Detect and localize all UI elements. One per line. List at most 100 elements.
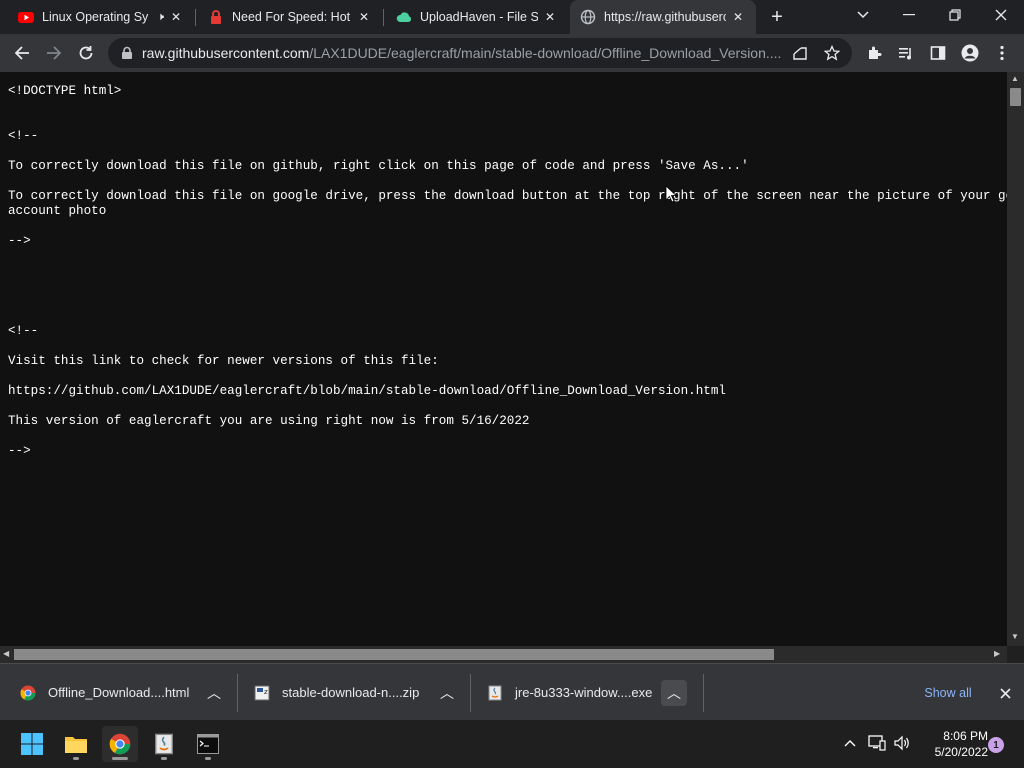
- code-line: Visit this link to check for newer versi…: [8, 354, 439, 368]
- scroll-right-arrow-icon[interactable]: ▶: [994, 649, 1000, 658]
- windows-logo-icon: [21, 733, 43, 755]
- close-window-icon[interactable]: [978, 0, 1024, 30]
- start-button[interactable]: [14, 726, 50, 762]
- taskbar-terminal[interactable]: [190, 726, 226, 762]
- side-panel-icon[interactable]: [924, 39, 952, 67]
- url-path: /LAX1DUDE/eaglercraft/main/stable-downlo…: [309, 45, 782, 61]
- url-host: raw.githubusercontent.com: [142, 45, 310, 61]
- download-filename: Offline_Download....html: [48, 685, 190, 700]
- tab-youtube[interactable]: Linux Operating Sy 🕨 ✕: [8, 0, 194, 34]
- code-line: This version of eaglercraft you are usin…: [8, 414, 530, 428]
- page-content: <!DOCTYPE html> <!-- To correctly downlo…: [0, 72, 1007, 646]
- zip-file-icon: z: [254, 685, 270, 700]
- java-installer-icon: [488, 685, 502, 700]
- media-controls-icon[interactable]: [892, 39, 920, 67]
- scroll-left-arrow-icon[interactable]: ◀: [3, 649, 9, 658]
- browser-toolbar: raw.githubusercontent.com/LAX1DUDE/eagle…: [0, 34, 1024, 72]
- tab-title: Need For Speed: Hot P: [232, 10, 352, 24]
- tab-separator: [383, 9, 384, 26]
- taskbar-file-explorer[interactable]: [58, 726, 94, 762]
- code-line: To correctly download this file on googl…: [8, 189, 1007, 203]
- close-tab-icon[interactable]: ✕: [168, 9, 184, 25]
- system-clock[interactable]: 8:06 PM 5/20/2022: [916, 728, 988, 760]
- terminal-icon: [197, 734, 219, 754]
- tab-title: UploadHaven - File Sha: [420, 10, 538, 24]
- tab-uploadhaven[interactable]: UploadHaven - File Sha ✕: [386, 0, 568, 34]
- network-icon[interactable]: [866, 732, 888, 754]
- vertical-scroll-thumb[interactable]: [1010, 88, 1021, 106]
- download-item-exe[interactable]: jre-8u333-window....exe: [487, 664, 667, 721]
- new-tab-button[interactable]: +: [764, 5, 790, 29]
- back-arrow-icon[interactable]: [8, 39, 36, 67]
- url-text[interactable]: raw.githubusercontent.com/LAX1DUDE/eagle…: [142, 45, 782, 61]
- code-line: To correctly download this file on githu…: [8, 159, 749, 173]
- download-item-html[interactable]: Offline_Download....html: [20, 664, 220, 721]
- code-line: -->: [8, 444, 31, 458]
- clock-date: 5/20/2022: [934, 745, 988, 759]
- scroll-up-arrow-icon[interactable]: ▲: [1011, 74, 1019, 83]
- scroll-corner: [1007, 646, 1024, 663]
- youtube-icon: [18, 12, 34, 23]
- clock-time: 8:06 PM: [943, 729, 988, 743]
- code-line: <!--: [8, 324, 39, 338]
- show-all-downloads-button[interactable]: Show all: [912, 682, 984, 704]
- close-tab-icon[interactable]: ✕: [730, 9, 746, 25]
- chrome-file-icon: [20, 685, 36, 700]
- volume-icon[interactable]: [891, 732, 913, 754]
- forward-arrow-icon[interactable]: [40, 39, 68, 67]
- speaker-icon[interactable]: 🕨: [157, 11, 164, 24]
- reload-icon[interactable]: [72, 39, 100, 67]
- scroll-down-arrow-icon[interactable]: ▼: [1011, 632, 1019, 641]
- code-line: -->: [8, 234, 31, 248]
- tab-search-icon[interactable]: [840, 0, 886, 30]
- share-icon[interactable]: [792, 45, 808, 61]
- taskbar-chrome[interactable]: [102, 726, 138, 762]
- tab-strip: Linux Operating Sy 🕨 ✕ Need For Speed: H…: [0, 0, 1024, 34]
- taskbar-java-installer[interactable]: [146, 726, 182, 762]
- lock-red-icon: [211, 10, 221, 24]
- code-line: <!--: [8, 129, 39, 143]
- lock-icon[interactable]: [120, 46, 134, 60]
- download-separator: [703, 674, 704, 712]
- horizontal-scrollbar[interactable]: ◀ ▶: [0, 646, 1007, 663]
- chevron-up-icon[interactable]: ︿: [434, 680, 460, 706]
- code-line: https://github.com/LAX1DUDE/eaglercraft/…: [8, 384, 726, 398]
- download-filename: jre-8u333-window....exe: [515, 685, 653, 700]
- cloud-icon: [396, 12, 412, 22]
- svg-text:z: z: [264, 688, 268, 696]
- minimize-icon[interactable]: [886, 0, 932, 30]
- mouse-pointer-icon: [665, 185, 677, 203]
- address-bar[interactable]: raw.githubusercontent.com/LAX1DUDE/eagle…: [108, 38, 852, 68]
- chevron-up-icon[interactable]: ︿: [201, 680, 227, 706]
- menu-kebab-icon[interactable]: [988, 39, 1016, 67]
- bookmark-star-icon[interactable]: [824, 45, 840, 61]
- windows-taskbar: 8:06 PM 5/20/2022 1: [0, 720, 1024, 768]
- tab-separator: [195, 9, 196, 26]
- java-icon: [155, 733, 173, 755]
- extensions-icon[interactable]: [860, 39, 888, 67]
- tab-need-for-speed[interactable]: Need For Speed: Hot P ✕: [198, 0, 382, 34]
- download-item-zip[interactable]: z stable-download-n....zip: [254, 664, 434, 721]
- restore-icon[interactable]: [932, 0, 978, 30]
- notification-badge[interactable]: 1: [988, 737, 1004, 753]
- horizontal-scroll-thumb[interactable]: [14, 649, 774, 660]
- globe-icon: [580, 9, 596, 25]
- folder-icon: [65, 737, 87, 753]
- download-separator: [470, 674, 471, 712]
- close-download-bar-icon[interactable]: [994, 682, 1016, 704]
- chrome-icon: [109, 733, 131, 755]
- show-hidden-icons-chevron-icon[interactable]: [839, 732, 861, 754]
- tab-raw-github[interactable]: https://raw.githubuserc ✕: [570, 0, 756, 34]
- tab-title: Linux Operating Sy: [42, 10, 149, 24]
- profile-avatar-icon[interactable]: [956, 39, 984, 67]
- download-bar: Offline_Download....html ︿ z stable-down…: [0, 663, 1024, 720]
- download-filename: stable-download-n....zip: [282, 685, 420, 700]
- tab-title: https://raw.githubuserc: [604, 10, 726, 24]
- code-line: <!DOCTYPE html>: [8, 84, 122, 98]
- close-tab-icon[interactable]: ✕: [542, 9, 558, 25]
- chevron-up-icon[interactable]: ︿: [661, 680, 687, 706]
- download-separator: [237, 674, 238, 712]
- code-line: account photo: [8, 204, 107, 218]
- vertical-scrollbar[interactable]: ▲ ▼: [1007, 72, 1024, 646]
- close-tab-icon[interactable]: ✕: [356, 9, 372, 25]
